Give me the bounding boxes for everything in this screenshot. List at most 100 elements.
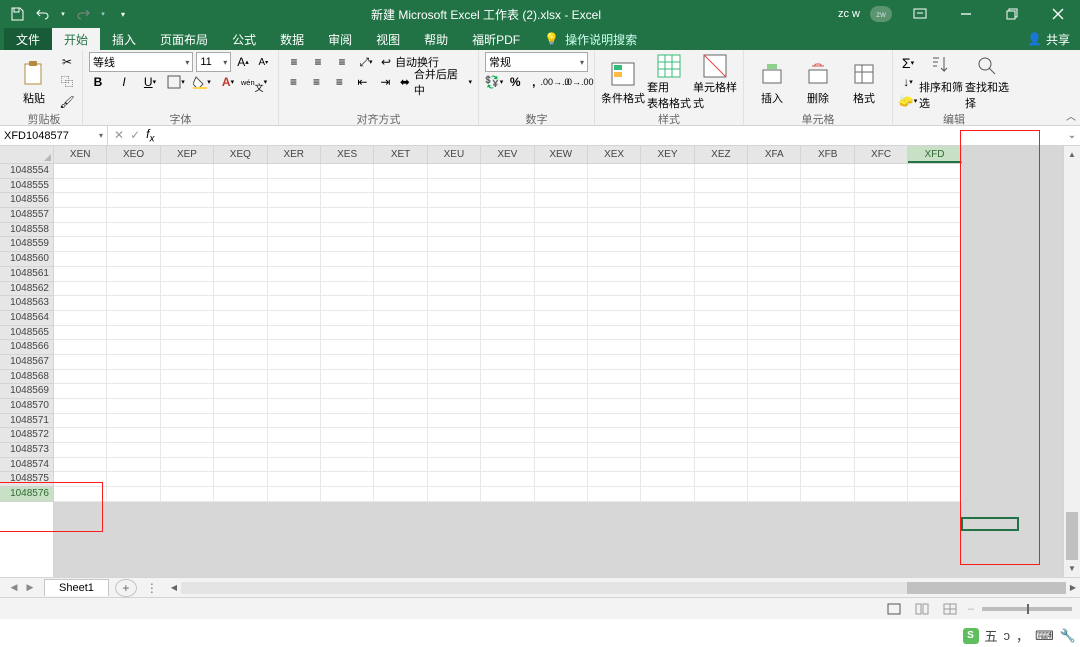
decrease-font-icon[interactable]: A▾ xyxy=(255,53,272,71)
cancel-formula-icon[interactable]: ✕ xyxy=(114,128,124,142)
tab-layout[interactable]: 页面布局 xyxy=(148,28,220,50)
ime-label[interactable]: 五 xyxy=(985,626,998,645)
enter-formula-icon[interactable]: ✓ xyxy=(130,128,140,142)
format-cells-button[interactable]: 格式 xyxy=(842,53,886,111)
align-top-icon[interactable]: ≡ xyxy=(285,53,303,71)
tab-insert[interactable]: 插入 xyxy=(100,28,148,50)
column-header[interactable]: XEW xyxy=(535,146,588,163)
find-select-button[interactable]: 查找和选择 xyxy=(965,53,1009,111)
column-header[interactable]: XEZ xyxy=(695,146,748,163)
row-header[interactable]: 1048570 xyxy=(0,399,53,414)
tab-view[interactable]: 视图 xyxy=(364,28,412,50)
scroll-right-icon[interactable]: ▶ xyxy=(1070,583,1076,592)
zoom-slider[interactable] xyxy=(982,607,1072,611)
scroll-up-icon[interactable]: ▲ xyxy=(1064,146,1080,163)
align-middle-icon[interactable]: ≡ xyxy=(309,53,327,71)
ime-punct-icon[interactable]: ， xyxy=(1016,626,1029,645)
row-header[interactable]: 1048558 xyxy=(0,223,53,238)
column-header[interactable]: XFB xyxy=(801,146,854,163)
align-right-icon[interactable]: ≡ xyxy=(331,73,348,91)
column-header[interactable]: XEV xyxy=(481,146,534,163)
row-header[interactable]: 1048569 xyxy=(0,384,53,399)
row-header[interactable]: 1048555 xyxy=(0,179,53,194)
font-name-combo[interactable]: 等线▾ xyxy=(89,52,193,72)
copy-icon[interactable]: ⿻ xyxy=(58,73,76,91)
column-header[interactable]: XEQ xyxy=(214,146,267,163)
row-header[interactable]: 1048573 xyxy=(0,443,53,458)
share-button[interactable]: 👤共享 xyxy=(1015,28,1080,50)
row-header[interactable]: 1048576 xyxy=(0,487,53,502)
formula-input[interactable] xyxy=(160,126,1064,145)
italic-icon[interactable]: I xyxy=(115,73,133,91)
vertical-scrollbar[interactable]: ▲ ▼ xyxy=(1063,146,1080,577)
column-header[interactable]: XFD xyxy=(908,146,961,163)
number-format-combo[interactable]: 常规▾ xyxy=(485,52,588,72)
restore-icon[interactable] xyxy=(994,0,1030,28)
column-header[interactable]: XER xyxy=(268,146,321,163)
row-header[interactable]: 1048575 xyxy=(0,472,53,487)
row-header[interactable]: 1048557 xyxy=(0,208,53,223)
underline-icon[interactable]: U ▾ xyxy=(141,73,159,91)
tab-review[interactable]: 审阅 xyxy=(316,28,364,50)
row-header[interactable]: 1048572 xyxy=(0,428,53,443)
paste-button[interactable]: 粘贴 xyxy=(12,53,56,111)
column-header[interactable]: XFA xyxy=(748,146,801,163)
row-header[interactable]: 1048560 xyxy=(0,252,53,267)
sort-filter-button[interactable]: 排序和筛选 xyxy=(919,53,963,111)
page-break-view-icon[interactable] xyxy=(940,601,960,617)
row-header[interactable]: 1048571 xyxy=(0,414,53,429)
vscroll-thumb[interactable] xyxy=(1066,512,1078,560)
close-icon[interactable] xyxy=(1040,0,1076,28)
row-header[interactable]: 1048556 xyxy=(0,193,53,208)
column-header[interactable]: XEX xyxy=(588,146,641,163)
cell-styles-button[interactable]: 单元格样式 xyxy=(693,53,737,111)
row-header[interactable]: 1048559 xyxy=(0,237,53,252)
name-box[interactable]: XFD1048577▾ xyxy=(0,126,108,145)
redo-icon[interactable] xyxy=(72,3,94,25)
row-header[interactable]: 1048554 xyxy=(0,164,53,179)
accounting-icon[interactable]: 💱▾ xyxy=(485,73,503,91)
tab-formulas[interactable]: 公式 xyxy=(220,28,268,50)
ime-halfwidth-icon[interactable]: ɔ xyxy=(1004,628,1011,643)
row-header[interactable]: 1048563 xyxy=(0,296,53,311)
minimize-icon[interactable] xyxy=(948,0,984,28)
format-as-table-button[interactable]: 套用 表格格式 xyxy=(647,53,691,111)
horizontal-scrollbar[interactable]: ◀ ▶ xyxy=(167,582,1080,594)
sheet-nav-prev-icon[interactable]: ◀ xyxy=(6,582,22,593)
column-header[interactable]: XEP xyxy=(161,146,214,163)
row-header[interactable]: 1048568 xyxy=(0,370,53,385)
row-header[interactable]: 1048561 xyxy=(0,267,53,282)
row-header[interactable]: 1048567 xyxy=(0,355,53,370)
column-header[interactable]: XEY xyxy=(641,146,694,163)
ime-wubi-icon[interactable]: S xyxy=(963,628,979,644)
ime-softkbd-icon[interactable]: ⌨ xyxy=(1035,628,1054,644)
ime-toolbar[interactable]: S 五 ɔ ， ⌨ 🔧 xyxy=(963,626,1076,645)
sheet-nav-next-icon[interactable]: ▶ xyxy=(22,582,38,593)
undo-icon[interactable] xyxy=(32,3,54,25)
conditional-format-button[interactable]: 条件格式 xyxy=(601,53,645,111)
tab-help[interactable]: 帮助 xyxy=(412,28,460,50)
decrease-indent-icon[interactable]: ⇤ xyxy=(354,73,371,91)
fill-color-icon[interactable]: ▾ xyxy=(193,73,211,91)
column-header[interactable]: XEO xyxy=(107,146,160,163)
scroll-left-icon[interactable]: ◀ xyxy=(171,583,177,592)
tab-data[interactable]: 数据 xyxy=(268,28,316,50)
column-header[interactable]: XFC xyxy=(855,146,908,163)
tab-file[interactable]: 文件 xyxy=(4,28,52,50)
align-center-icon[interactable]: ≡ xyxy=(308,73,325,91)
autosum-icon[interactable]: Σ▾ xyxy=(899,54,917,72)
undo-dropdown-icon[interactable]: ▾ xyxy=(58,3,68,25)
align-left-icon[interactable]: ≡ xyxy=(285,73,302,91)
redo-dropdown-icon[interactable]: ▾ xyxy=(98,3,108,25)
tell-me-search[interactable]: 💡 操作说明搜索 xyxy=(532,28,649,50)
page-layout-view-icon[interactable] xyxy=(912,601,932,617)
column-header[interactable]: XET xyxy=(374,146,427,163)
qat-customize-icon[interactable]: ▾ xyxy=(112,3,134,25)
increase-indent-icon[interactable]: ⇥ xyxy=(377,73,394,91)
user-avatar[interactable]: zw xyxy=(870,6,892,22)
row-header[interactable]: 1048566 xyxy=(0,340,53,355)
increase-decimal-icon[interactable]: .00→.0 xyxy=(546,73,564,91)
column-header[interactable]: XEN xyxy=(54,146,107,163)
percent-icon[interactable]: % xyxy=(509,73,522,91)
sheet-tab[interactable]: Sheet1 xyxy=(44,579,109,596)
